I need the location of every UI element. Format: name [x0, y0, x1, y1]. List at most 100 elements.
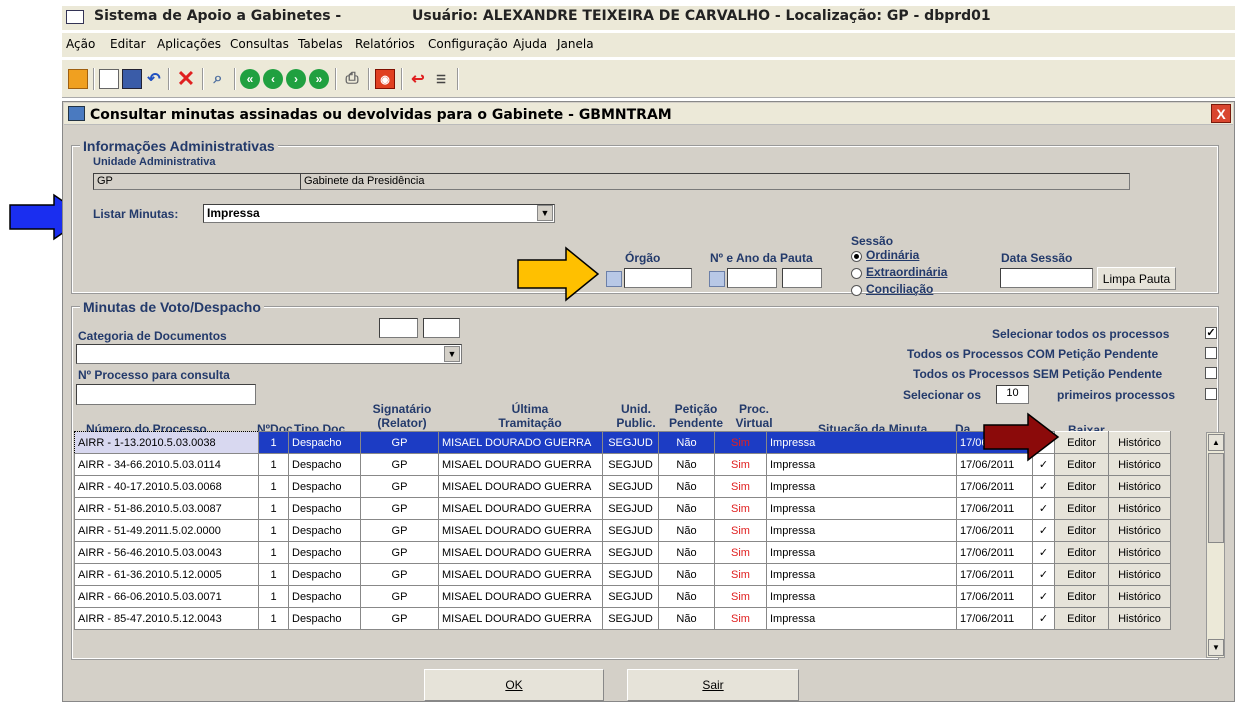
previous-record-icon[interactable]: ‹: [263, 69, 283, 89]
menu-tabelas[interactable]: Tabelas: [298, 37, 343, 51]
editor-button[interactable]: Editor: [1054, 431, 1109, 454]
sessao-conciliacao-label[interactable]: Conciliação: [866, 282, 933, 296]
cell-numero[interactable]: AIRR - 40-17.2010.5.03.0068: [74, 475, 259, 498]
editor-button[interactable]: Editor: [1054, 541, 1109, 564]
historico-button[interactable]: Histórico: [1108, 453, 1171, 476]
cell-baixar-checkbox[interactable]: ✓: [1032, 607, 1055, 630]
first-record-icon[interactable]: «: [240, 69, 260, 89]
scroll-thumb[interactable]: [1208, 453, 1224, 543]
historico-button[interactable]: Histórico: [1108, 519, 1171, 542]
cell-unid: SEGJUD: [602, 519, 659, 542]
save-icon[interactable]: [122, 69, 142, 89]
pauta-lookup-icon[interactable]: [709, 271, 725, 287]
historico-button[interactable]: Histórico: [1108, 497, 1171, 520]
chevron-down-icon[interactable]: ▼: [444, 346, 460, 362]
cell-numero[interactable]: AIRR - 34-66.2010.5.03.0114: [74, 453, 259, 476]
selecionar-todos-checkbox[interactable]: ✓: [1205, 327, 1217, 339]
editor-button[interactable]: Editor: [1054, 585, 1109, 608]
categoria-code-field-1[interactable]: [379, 318, 418, 338]
return-icon[interactable]: ↩: [408, 69, 428, 89]
historico-button[interactable]: Histórico: [1108, 563, 1171, 586]
cell-baixar-checkbox[interactable]: ✓: [1032, 497, 1055, 520]
historico-button[interactable]: Histórico: [1108, 431, 1171, 454]
chevron-down-icon[interactable]: ▼: [537, 205, 553, 221]
cell-virtual: Sim: [714, 563, 767, 586]
cell-numero[interactable]: AIRR - 51-86.2010.5.03.0087: [74, 497, 259, 520]
menu-aplicacoes[interactable]: Aplicações: [157, 37, 221, 51]
cell-baixar-checkbox[interactable]: ✓: [1032, 475, 1055, 498]
new-document-icon[interactable]: [99, 69, 119, 89]
cell-situacao: Impressa: [766, 453, 957, 476]
cell-numero[interactable]: AIRR - 1-13.2010.5.03.0038: [74, 431, 259, 454]
editor-button[interactable]: Editor: [1054, 519, 1109, 542]
cell-baixar-checkbox[interactable]: ✓: [1032, 519, 1055, 542]
table-scrollbar[interactable]: ▲ ▼: [1206, 432, 1225, 658]
selecionar-n-input[interactable]: 10: [996, 385, 1029, 404]
primeiros-checkbox[interactable]: [1205, 388, 1217, 400]
cell-baixar-checkbox[interactable]: ✓: [1032, 563, 1055, 586]
cell-numero[interactable]: AIRR - 66-06.2010.5.03.0071: [74, 585, 259, 608]
search-icon[interactable]: ⌕: [208, 69, 228, 89]
editor-button[interactable]: Editor: [1054, 475, 1109, 498]
ok-button[interactable]: OK: [424, 669, 604, 701]
menu-configuracao[interactable]: Configuração: [428, 37, 508, 51]
historico-button[interactable]: Histórico: [1108, 607, 1171, 630]
sessao-conciliacao-radio[interactable]: [851, 285, 862, 296]
table-row[interactable]: AIRR - 61-36.2010.5.12.0005 1 Despacho G…: [74, 563, 1171, 586]
print-icon[interactable]: ⎙: [342, 69, 362, 89]
menu-ajuda[interactable]: Ajuda: [513, 37, 547, 51]
delete-icon[interactable]: ✕: [176, 66, 196, 91]
cell-situacao: Impressa: [766, 541, 957, 564]
sessao-ordinaria-label[interactable]: Ordinária: [866, 248, 919, 262]
menu-relatorios[interactable]: Relatórios: [355, 37, 415, 51]
historico-button[interactable]: Histórico: [1108, 541, 1171, 564]
sessao-ordinaria-radio[interactable]: [851, 251, 862, 262]
editor-button[interactable]: Editor: [1054, 607, 1109, 630]
data-sessao-field[interactable]: [1000, 268, 1093, 288]
undo-icon[interactable]: ↶: [144, 69, 164, 89]
cell-numero[interactable]: AIRR - 61-36.2010.5.12.0005: [74, 563, 259, 586]
menu-editar[interactable]: Editar: [110, 37, 146, 51]
com-peticao-checkbox[interactable]: [1205, 347, 1217, 359]
next-record-icon[interactable]: ›: [286, 69, 306, 89]
menu-consultas[interactable]: Consultas: [230, 37, 289, 51]
table-row[interactable]: AIRR - 40-17.2010.5.03.0068 1 Despacho G…: [74, 475, 1171, 498]
cell-baixar-checkbox[interactable]: ✓: [1032, 585, 1055, 608]
table-row[interactable]: AIRR - 66-06.2010.5.03.0071 1 Despacho G…: [74, 585, 1171, 608]
list-icon[interactable]: ☰: [431, 69, 451, 89]
processo-search-input[interactable]: [76, 384, 256, 405]
close-icon[interactable]: X: [1211, 104, 1231, 123]
cell-baixar-checkbox[interactable]: ✓: [1032, 541, 1055, 564]
sair-button[interactable]: Sair: [627, 669, 799, 701]
limpa-pauta-button[interactable]: Limpa Pauta: [1097, 267, 1176, 290]
editor-button[interactable]: Editor: [1054, 563, 1109, 586]
stop-icon[interactable]: ◉: [375, 69, 395, 89]
cell-numero[interactable]: AIRR - 56-46.2010.5.03.0043: [74, 541, 259, 564]
cell-numero[interactable]: AIRR - 85-47.2010.5.12.0043: [74, 607, 259, 630]
table-row[interactable]: AIRR - 51-49.2011.5.02.0000 1 Despacho G…: [74, 519, 1171, 542]
historico-button[interactable]: Histórico: [1108, 475, 1171, 498]
orgao-field[interactable]: [624, 268, 692, 288]
table-row[interactable]: AIRR - 56-46.2010.5.03.0043 1 Despacho G…: [74, 541, 1171, 564]
listar-minutas-select[interactable]: Impressa: [203, 204, 555, 223]
sessao-extraordinaria-label[interactable]: Extraordinária: [866, 265, 947, 279]
menu-acao[interactable]: Ação: [66, 37, 95, 51]
categoria-select[interactable]: [76, 344, 462, 364]
cell-numero[interactable]: AIRR - 51-49.2011.5.02.0000: [74, 519, 259, 542]
table-row[interactable]: AIRR - 51-86.2010.5.03.0087 1 Despacho G…: [74, 497, 1171, 520]
orgao-lookup-icon[interactable]: [606, 271, 622, 287]
key-icon[interactable]: [68, 69, 88, 89]
pauta-numero-field[interactable]: [727, 268, 777, 288]
scroll-down-icon[interactable]: ▼: [1208, 639, 1224, 656]
editor-button[interactable]: Editor: [1054, 453, 1109, 476]
last-record-icon[interactable]: »: [309, 69, 329, 89]
editor-button[interactable]: Editor: [1054, 497, 1109, 520]
pauta-ano-field[interactable]: [782, 268, 822, 288]
table-row[interactable]: AIRR - 85-47.2010.5.12.0043 1 Despacho G…: [74, 607, 1171, 630]
historico-button[interactable]: Histórico: [1108, 585, 1171, 608]
categoria-code-field-2[interactable]: [423, 318, 460, 338]
scroll-up-icon[interactable]: ▲: [1208, 434, 1224, 451]
menu-janela[interactable]: Janela: [557, 37, 594, 51]
sessao-extraordinaria-radio[interactable]: [851, 268, 862, 279]
sem-peticao-checkbox[interactable]: [1205, 367, 1217, 379]
